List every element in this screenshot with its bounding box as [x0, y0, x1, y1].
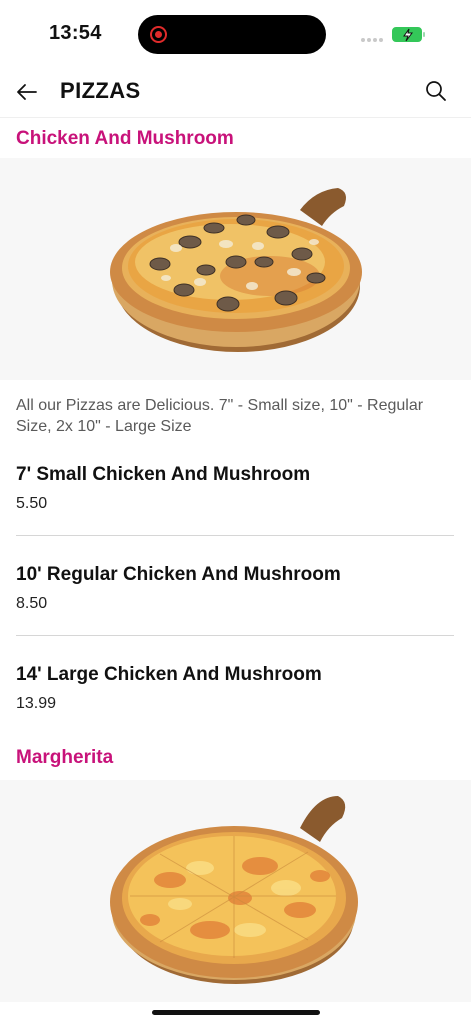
menu-item-regular-chicken-mushroom[interactable]: 10' Regular Chicken And Mushroom 8.50: [16, 564, 454, 613]
menu-item-small-chicken-mushroom[interactable]: 7' Small Chicken And Mushroom 5.50: [16, 464, 454, 513]
item-name: 10' Regular Chicken And Mushroom: [16, 564, 341, 585]
recording-icon: [150, 26, 167, 43]
home-indicator[interactable]: [152, 1010, 320, 1015]
menu-item-large-chicken-mushroom[interactable]: 14' Large Chicken And Mushroom 13.99: [16, 664, 454, 713]
item-price: 8.50: [16, 595, 48, 612]
page-title: PIZZAS: [60, 78, 141, 103]
status-time: 13:54: [49, 22, 102, 44]
item-name: 7' Small Chicken And Mushroom: [16, 464, 311, 485]
divider: [16, 635, 454, 636]
signal-icon: [361, 38, 383, 42]
back-arrow-icon[interactable]: [14, 79, 40, 105]
section-title-chicken-mushroom: Chicken And Mushroom: [16, 128, 234, 149]
section-title-margherita: Margherita: [16, 747, 114, 768]
chicken-mushroom-pizza-image: [0, 158, 471, 380]
battery-charging-icon: [392, 27, 425, 42]
search-icon[interactable]: [424, 79, 448, 103]
status-bar: 13:54: [0, 0, 471, 66]
section-description: All our Pizzas are Delicious. 7" - Small…: [16, 397, 424, 435]
item-price: 13.99: [16, 695, 57, 712]
divider: [16, 535, 454, 536]
app-header: PIZZAS: [0, 66, 471, 118]
margherita-pizza-image: [0, 780, 471, 1002]
item-name: 14' Large Chicken And Mushroom: [16, 664, 322, 685]
dynamic-island: [138, 15, 326, 54]
item-price: 5.50: [16, 495, 48, 512]
